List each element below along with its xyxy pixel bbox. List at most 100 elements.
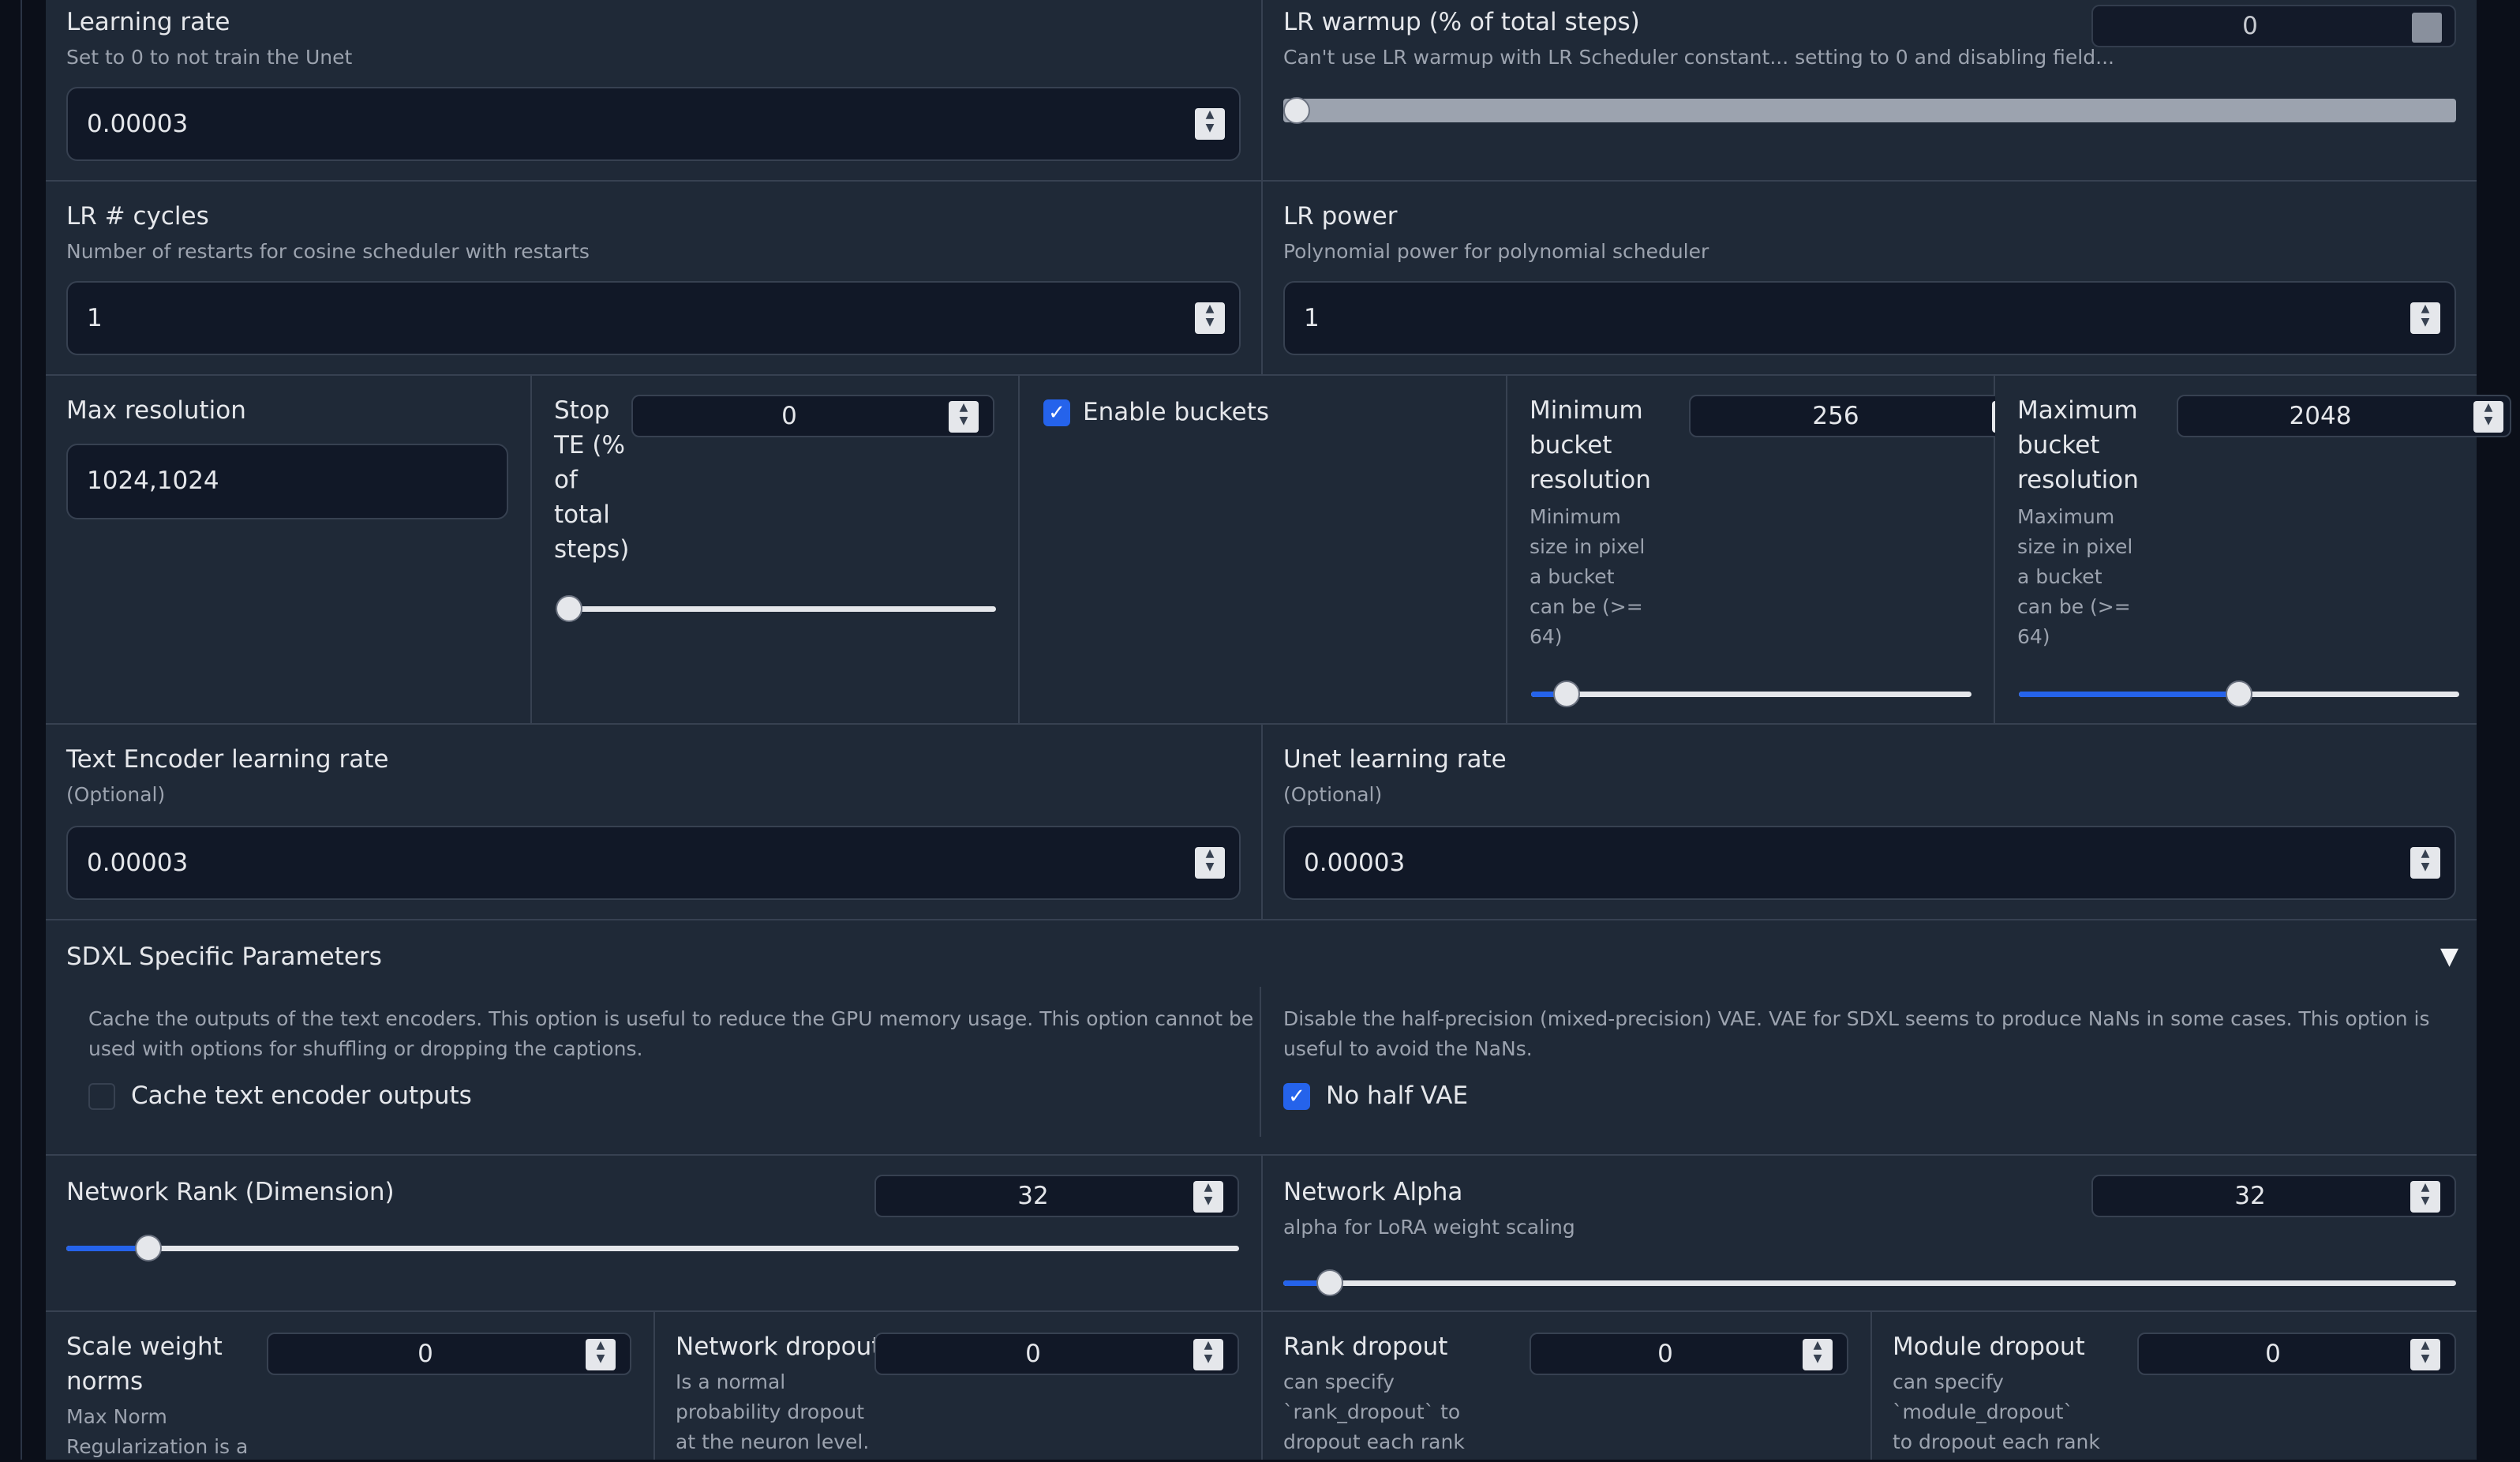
unet-lr-input[interactable]: 0.00003 ▲ ▼ [1283, 826, 2456, 900]
min-bucket-number[interactable]: 256 ▲▼ [1689, 395, 2030, 437]
spinner-icon[interactable]: ▲▼ [2473, 401, 2503, 433]
network-alpha-number[interactable]: 32 ▲ ▼ [2091, 1175, 2456, 1217]
scale-weight-norms-value: 0 [418, 1340, 433, 1368]
stop-te-slider-thumb[interactable] [556, 595, 582, 622]
lr-warmup-block: LR warmup (% of total steps) Can't use L… [1263, 0, 2477, 182]
spinner-icon[interactable]: ▲▼ [949, 401, 979, 433]
lr-cycles-info: Number of restarts for cosine scheduler … [66, 240, 590, 263]
max-bucket-info: Maximum size in pixel a bucket can be (>… [2017, 505, 2133, 648]
unet-lr-block: Unet learning rate (Optional) 0.00003 ▲ ▼ [1263, 725, 2477, 920]
spinner-icon[interactable]: ▲▼ [2410, 847, 2440, 879]
no-half-vae-label: No half VAE [1326, 1082, 1469, 1110]
max-bucket-number[interactable]: 2048 ▲ ▼ [2177, 395, 2511, 437]
lr-cycles-block: LR # cycles Number of restarts for cosin… [46, 182, 1263, 376]
max-bucket-label: Maximum bucket resolution [2017, 396, 2139, 494]
lr-power-info: Polynomial power for polynomial schedule… [1283, 240, 1709, 263]
max-resolution-input[interactable]: 1024,1024 [66, 444, 508, 519]
stop-te-block: Stop TE (% of total steps) 0 ▲ ▼ [532, 376, 1020, 725]
lr-warmup-slider-track [1283, 99, 2456, 122]
scale-weight-norms-block: Scale weight norms Max Norm Regularizati… [46, 1312, 655, 1460]
lr-warmup-info: Can't use LR warmup with LR Scheduler co… [1283, 46, 2114, 69]
enable-buckets-checkbox[interactable]: ✓ [1043, 399, 1070, 426]
spinner-icon[interactable]: ▲▼ [2410, 1181, 2440, 1213]
network-dropout-value: 0 [1025, 1340, 1041, 1368]
lr-power-block: LR power Polynomial power for polynomial… [1263, 182, 2477, 376]
lr-warmup-slider-thumb [1283, 97, 1310, 124]
spinner-icon[interactable]: ▲▼ [2410, 1339, 2440, 1370]
max-resolution-block: Max resolution 1024,1024 [46, 376, 532, 725]
no-half-vae-info: Disable the half-precision (mixed-precis… [1283, 1007, 2430, 1060]
network-dropout-label: Network dropout [676, 1333, 882, 1361]
module-dropout-block: Module dropout can specify `module_dropo… [1872, 1312, 2477, 1460]
stop-te-number[interactable]: 0 ▲ ▼ [631, 395, 994, 437]
module-dropout-number[interactable]: 0 ▲ ▼ [2137, 1333, 2456, 1375]
lr-cycles-input[interactable]: 1 ▲ ▼ [66, 281, 1241, 355]
network-rank-block: Network Rank (Dimension) 32 ▲ ▼ [46, 1156, 1263, 1312]
rank-dropout-label: Rank dropout [1283, 1333, 1448, 1361]
network-alpha-slider-track[interactable] [1283, 1280, 2456, 1286]
min-bucket-slider-thumb[interactable] [1552, 680, 1580, 707]
spinner-icon[interactable]: ▲▼ [2410, 302, 2440, 334]
no-half-vae-block: Disable the half-precision (mixed-precis… [1263, 987, 2454, 1137]
enable-buckets-block: ✓ Enable buckets [1020, 376, 1507, 725]
parameters-panel: Learning rate Set to 0 to not train the … [46, 0, 2511, 1460]
spinner-icon[interactable]: ▲▼ [1193, 1339, 1223, 1370]
network-rank-label: Network Rank (Dimension) [66, 1178, 395, 1206]
stop-te-label: Stop TE (% of total steps) [554, 396, 630, 564]
network-dropout-number[interactable]: 0 ▲ ▼ [874, 1333, 1239, 1375]
unet-lr-value: 0.00003 [1304, 849, 1406, 877]
network-alpha-block: Network Alpha alpha for LoRA weight scal… [1263, 1156, 2477, 1312]
te-lr-value: 0.00003 [87, 849, 189, 877]
left-margin [0, 0, 21, 1460]
learning-rate-block: Learning rate Set to 0 to not train the … [46, 0, 1263, 182]
te-lr-block: Text Encoder learning rate (Optional) 0.… [46, 725, 1263, 920]
te-lr-info: (Optional) [66, 783, 166, 806]
spinner-icon[interactable]: ▲▼ [1195, 108, 1225, 140]
stop-te-slider-track[interactable] [556, 606, 996, 612]
cache-te-block: Cache the outputs of the text encoders. … [66, 987, 1261, 1137]
network-alpha-value: 32 [2234, 1182, 2266, 1210]
cache-te-label: Cache text encoder outputs [131, 1082, 472, 1110]
network-rank-slider-thumb[interactable] [135, 1235, 163, 1261]
sdxl-accordion-title[interactable]: SDXL Specific Parameters [66, 939, 382, 974]
spinner-icon[interactable]: ▲▼ [1803, 1339, 1833, 1370]
min-bucket-slider-track[interactable] [1531, 692, 1971, 697]
unet-lr-label: Unet learning rate [1283, 745, 1507, 774]
lr-warmup-value: 0 [2242, 12, 2258, 40]
lr-power-input[interactable]: 1 ▲ ▼ [1283, 281, 2456, 355]
rank-dropout-block: Rank dropout can specify `rank_dropout` … [1263, 1312, 1872, 1460]
network-alpha-slider-thumb[interactable] [1316, 1269, 1344, 1296]
spinner-icon[interactable]: ▲▼ [1193, 1181, 1223, 1213]
rank-dropout-info: can specify `rank_dropout` to dropout ea… [1283, 1370, 1465, 1453]
spinner-icon[interactable]: ▲▼ [586, 1339, 616, 1370]
network-rank-slider-track[interactable] [66, 1246, 1239, 1251]
scale-weight-norms-number[interactable]: 0 ▲ ▼ [267, 1333, 631, 1375]
lr-warmup-number: 0 [2091, 5, 2456, 47]
module-dropout-info: can specify `module_dropout` to dropout … [1893, 1370, 2100, 1453]
scale-weight-norms-info: Max Norm Regularization is a [66, 1405, 249, 1458]
lr-cycles-value: 1 [87, 304, 103, 332]
left-border [21, 0, 22, 1460]
unet-lr-info: (Optional) [1283, 783, 1383, 806]
cache-te-checkbox[interactable] [88, 1083, 115, 1110]
learning-rate-info: Set to 0 to not train the Unet [66, 46, 353, 69]
max-bucket-slider-thumb[interactable] [2226, 680, 2252, 707]
learning-rate-value: 0.00003 [87, 110, 189, 138]
lr-power-value: 1 [1304, 304, 1320, 332]
network-rank-number[interactable]: 32 ▲ ▼ [874, 1175, 1239, 1217]
enable-buckets-label: Enable buckets [1083, 398, 1270, 426]
max-resolution-label: Max resolution [66, 396, 246, 425]
rank-dropout-value: 0 [1657, 1340, 1673, 1368]
spinner-icon[interactable]: ▲▼ [1195, 302, 1225, 334]
spinner-icon[interactable]: ▲▼ [1195, 847, 1225, 879]
no-half-vae-checkbox[interactable]: ✓ [1283, 1083, 1310, 1110]
min-bucket-info: Minimum size in pixel a bucket can be (>… [1530, 505, 1646, 648]
learning-rate-input[interactable]: 0.00003 ▲ ▼ [66, 87, 1241, 161]
collapse-toggle-icon[interactable]: ▼ [2440, 939, 2458, 974]
te-lr-label: Text Encoder learning rate [66, 745, 389, 774]
te-lr-input[interactable]: 0.00003 ▲ ▼ [66, 826, 1241, 900]
min-bucket-block: Minimum bucket resolution Minimum size i… [1507, 376, 2030, 725]
lr-power-label: LR power [1283, 202, 1398, 231]
lr-warmup-label: LR warmup (% of total steps) [1283, 8, 1640, 36]
rank-dropout-number[interactable]: 0 ▲ ▼ [1530, 1333, 1848, 1375]
